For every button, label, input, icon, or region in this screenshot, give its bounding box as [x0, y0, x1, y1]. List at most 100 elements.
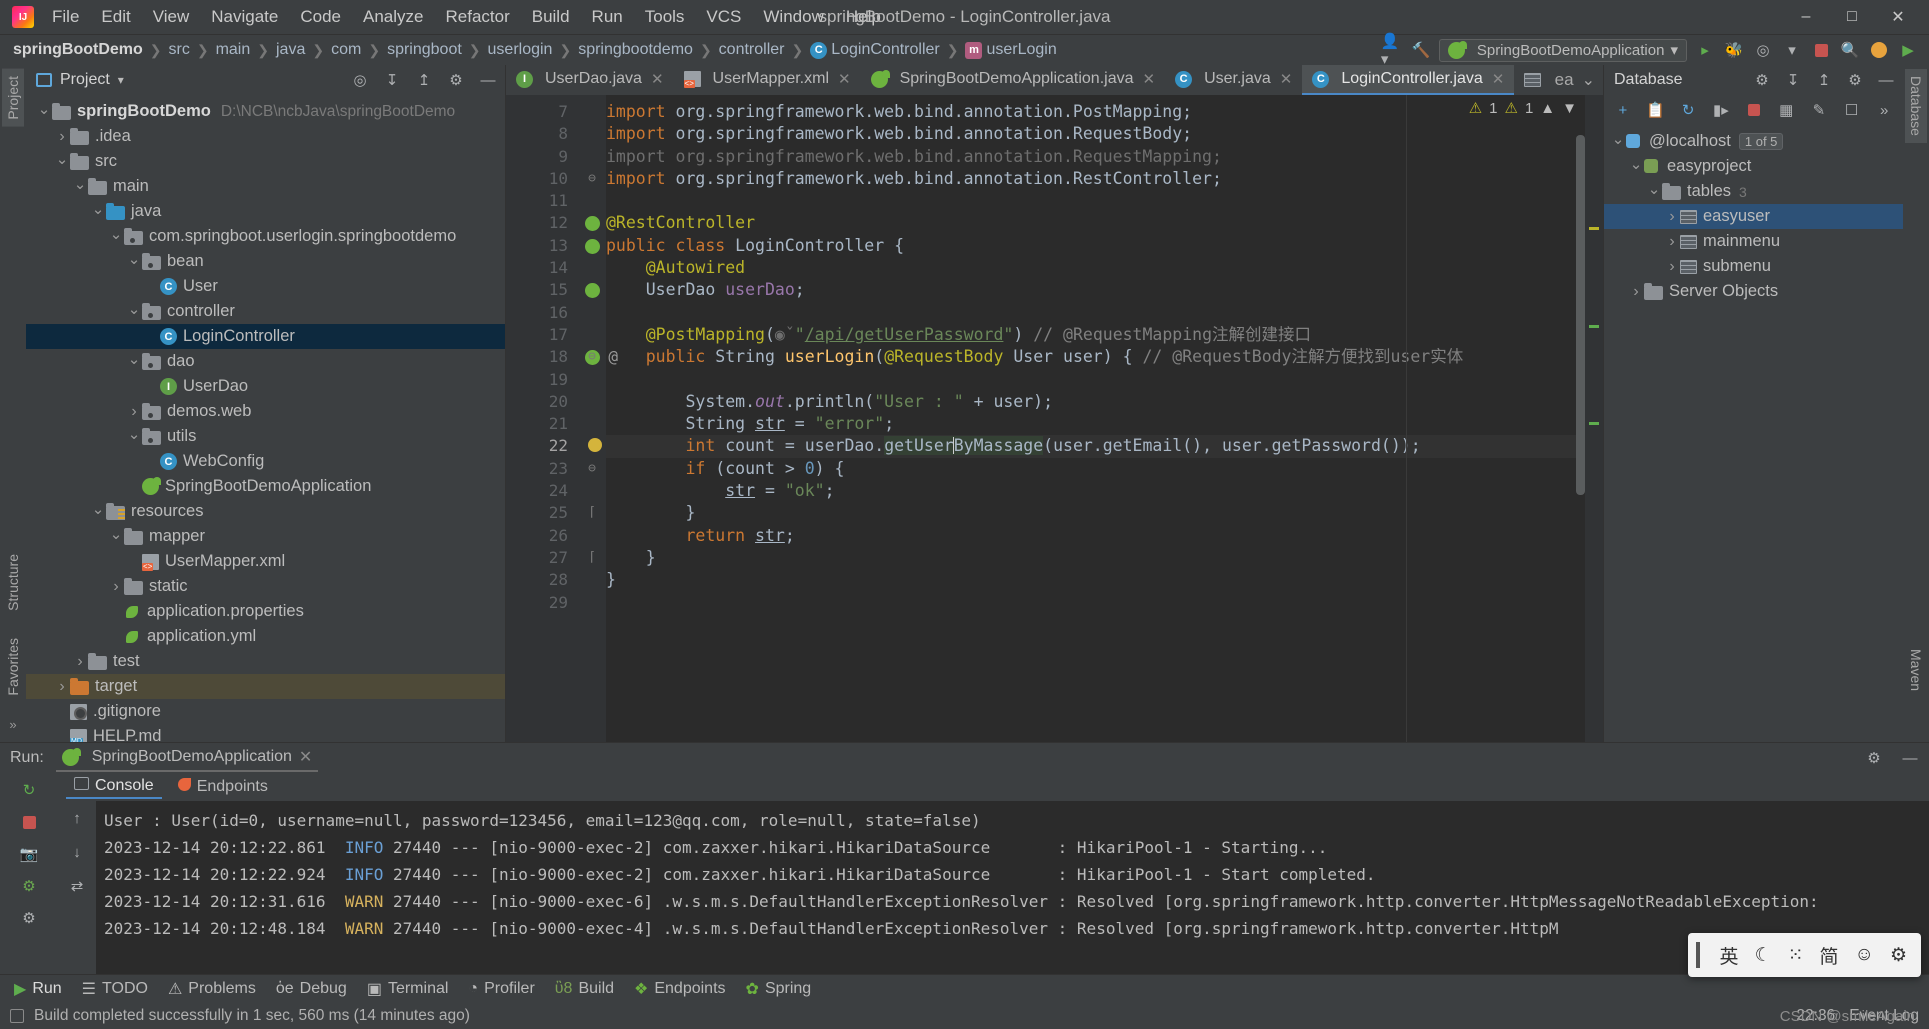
editor-body[interactable]: 7 8 9 10 11 12 13 14 15 16 17 18 @19 20 21 22 23 24 25 26 27… — [506, 95, 1603, 742]
project-tree-item[interactable]: › demos.web — [26, 399, 505, 424]
hide-icon[interactable]: — — [1899, 747, 1921, 769]
chevron-right-icon[interactable]: › — [1628, 283, 1644, 301]
database-tree-item[interactable]: ⌄ easyproject — [1604, 154, 1903, 179]
project-tree-item[interactable]: ⌄ utils — [26, 424, 505, 449]
ime-language-mode[interactable]: 英 — [1720, 942, 1739, 969]
database-tree[interactable]: ⌄ @localhost 1 of 5 ⌄ easyproject ⌄ tables 3 › ea… — [1604, 125, 1903, 742]
fold-marker[interactable]: ⊖ — [578, 458, 606, 480]
project-tree-item[interactable]: ⌄ controller — [26, 299, 505, 324]
fold-marker[interactable] — [578, 146, 606, 168]
fold-marker[interactable] — [578, 257, 606, 279]
ime-simplified-icon[interactable]: 简 — [1820, 942, 1839, 969]
database-tree-item[interactable]: › Server Objects — [1604, 279, 1903, 304]
tool-window-problems[interactable]: ⚠ Problems — [168, 979, 256, 999]
table-icon[interactable]: ▦ — [1775, 99, 1797, 121]
editor-scrollbar[interactable] — [1576, 135, 1585, 495]
maximize-button[interactable]: □ — [1829, 0, 1875, 34]
hide-icon[interactable]: — — [1875, 69, 1897, 91]
ime-emoji-icon[interactable]: ☺ — [1855, 944, 1874, 966]
editor-tab-user-java[interactable]: C User.java ✕ — [1165, 65, 1302, 95]
menu-item-navigate[interactable]: Navigate — [201, 3, 288, 31]
updates-icon[interactable] — [1868, 39, 1890, 61]
fold-marker[interactable]: ⌈ — [578, 547, 606, 569]
edit-icon[interactable]: ✎ — [1808, 99, 1830, 121]
chevron-down-icon[interactable]: ▾ — [118, 73, 124, 87]
breadcrumb-item-com[interactable]: com — [328, 40, 364, 60]
close-icon[interactable]: ✕ — [1280, 70, 1293, 88]
expand-icon[interactable]: ⚙ — [18, 907, 40, 929]
console-output[interactable]: User : User(id=0, username=null, passwor… — [96, 801, 1929, 974]
run-tab-console[interactable]: Console — [66, 775, 162, 799]
code-line[interactable] — [606, 592, 1603, 614]
chevron-right-icon[interactable]: › — [1664, 258, 1680, 276]
strip-tab-project[interactable]: Project — [2, 69, 24, 127]
code-line[interactable]: public String userLogin(@RequestBody Use… — [606, 346, 1603, 368]
tool-window-run[interactable]: ▶ Run — [14, 979, 62, 999]
breadcrumb-item-java[interactable]: java — [273, 40, 308, 60]
chevron-down-icon[interactable]: ⌄ — [1646, 180, 1662, 198]
breadcrumb-item-logincontroller[interactable]: C LoginController — [807, 40, 943, 60]
chevron-down-icon[interactable]: ⌄ — [72, 175, 88, 193]
menu-item-run[interactable]: Run — [582, 3, 633, 31]
close-icon[interactable]: ✕ — [1492, 70, 1505, 88]
run-sql-icon[interactable]: ▮▸ — [1710, 99, 1732, 121]
project-tree-item[interactable]: ⌄ java — [26, 199, 505, 224]
run-anything-icon[interactable]: ▶ — [1897, 39, 1919, 61]
fold-marker[interactable] — [578, 123, 606, 145]
menu-item-view[interactable]: View — [143, 3, 200, 31]
minimize-button[interactable]: – — [1783, 0, 1829, 34]
chevron-down-icon[interactable]: ⌄ — [126, 300, 142, 318]
project-tree-item[interactable]: HELP.md — [26, 724, 505, 742]
chevron-right-icon[interactable]: › — [54, 678, 70, 696]
tool-window-terminal[interactable]: ▣ Terminal — [367, 979, 449, 999]
project-tree-item[interactable]: C User — [26, 274, 505, 299]
fold-gutter[interactable]: ⊖ ⊖ ⊖ ⌈ ⌈ — [578, 95, 606, 742]
search-icon[interactable]: 🔍 — [1839, 39, 1861, 61]
breadcrumb-item-userlogin[interactable]: m userLogin — [962, 40, 1059, 60]
duplicate-icon[interactable]: 📋 — [1645, 99, 1667, 121]
soft-wrap-icon[interactable]: ⇄ — [66, 875, 88, 897]
collapse-all-icon[interactable]: ↥ — [1813, 69, 1835, 91]
project-tree-item[interactable]: ⌄ dao — [26, 349, 505, 374]
collapse-all-icon[interactable]: ↥ — [413, 69, 435, 91]
code-line[interactable] — [606, 302, 1603, 324]
breadcrumb-item-springboot[interactable]: springboot — [384, 40, 465, 60]
settings-icon[interactable]: ⚙ — [1863, 747, 1885, 769]
refresh-icon[interactable]: ↻ — [1677, 99, 1699, 121]
hammer-build-icon[interactable]: 🔨 — [1410, 39, 1432, 61]
code-line[interactable]: @PostMapping(◉ˇ"/api/getUserPassword") /… — [606, 324, 1603, 346]
editor-tab-userdao-java[interactable]: I UserDao.java ✕ — [506, 65, 674, 95]
project-tree-item[interactable]: ⌄ bean — [26, 249, 505, 274]
strip-more-icon[interactable]: » — [9, 717, 16, 732]
project-tree[interactable]: ⌄ springBootDemo D:\NCB\ncbJava\springBoot… — [26, 95, 505, 742]
code-line[interactable]: UserDao userDao; — [606, 279, 1603, 301]
project-tree-item[interactable]: C WebConfig — [26, 449, 505, 474]
chevron-down-icon[interactable]: ⌄ — [108, 525, 124, 543]
debug-icon[interactable]: 🐝 — [1723, 39, 1745, 61]
code-line[interactable]: str = "ok"; — [606, 480, 1603, 502]
run-configuration-selector[interactable]: SpringBootDemoApplication ▾ — [1438, 38, 1687, 62]
rerun-icon[interactable]: ↻ — [18, 779, 40, 801]
close-icon[interactable]: ✕ — [1143, 70, 1156, 88]
expand-all-icon[interactable]: ↧ — [1782, 69, 1804, 91]
inspection-mark-info-2[interactable] — [1589, 422, 1599, 425]
project-tree-item[interactable]: ⌄ main — [26, 174, 505, 199]
fold-marker[interactable] — [578, 435, 606, 457]
project-tree-item[interactable]: C LoginController — [26, 324, 505, 349]
ime-drag-handle[interactable] — [1695, 942, 1700, 968]
more-icon[interactable]: » — [1873, 99, 1895, 121]
chevron-down-icon[interactable]: ⌄ — [1628, 155, 1644, 173]
stop-icon[interactable] — [1810, 39, 1832, 61]
code-line[interactable]: } — [606, 502, 1603, 524]
ime-settings-icon[interactable]: ⚙ — [1890, 944, 1907, 967]
code-line[interactable]: if (count > 0) { — [606, 458, 1603, 480]
add-icon[interactable]: + — [1612, 99, 1634, 121]
sync-icon[interactable]: ⚙ — [1751, 69, 1773, 91]
menu-bar[interactable]: File Edit View Navigate Code Analyze Refactor B… — [42, 3, 891, 31]
console-icon[interactable]: ☐ — [1841, 99, 1863, 121]
menu-item-analyze[interactable]: Analyze — [353, 3, 433, 31]
code-content[interactable]: import org.springframework.web.bind.anno… — [606, 95, 1603, 742]
up-arrow-icon[interactable]: ↑ — [66, 807, 88, 829]
prev-problem-icon[interactable]: ▲ — [1540, 100, 1555, 117]
run-tab-endpoints[interactable]: Endpoints — [170, 776, 276, 798]
